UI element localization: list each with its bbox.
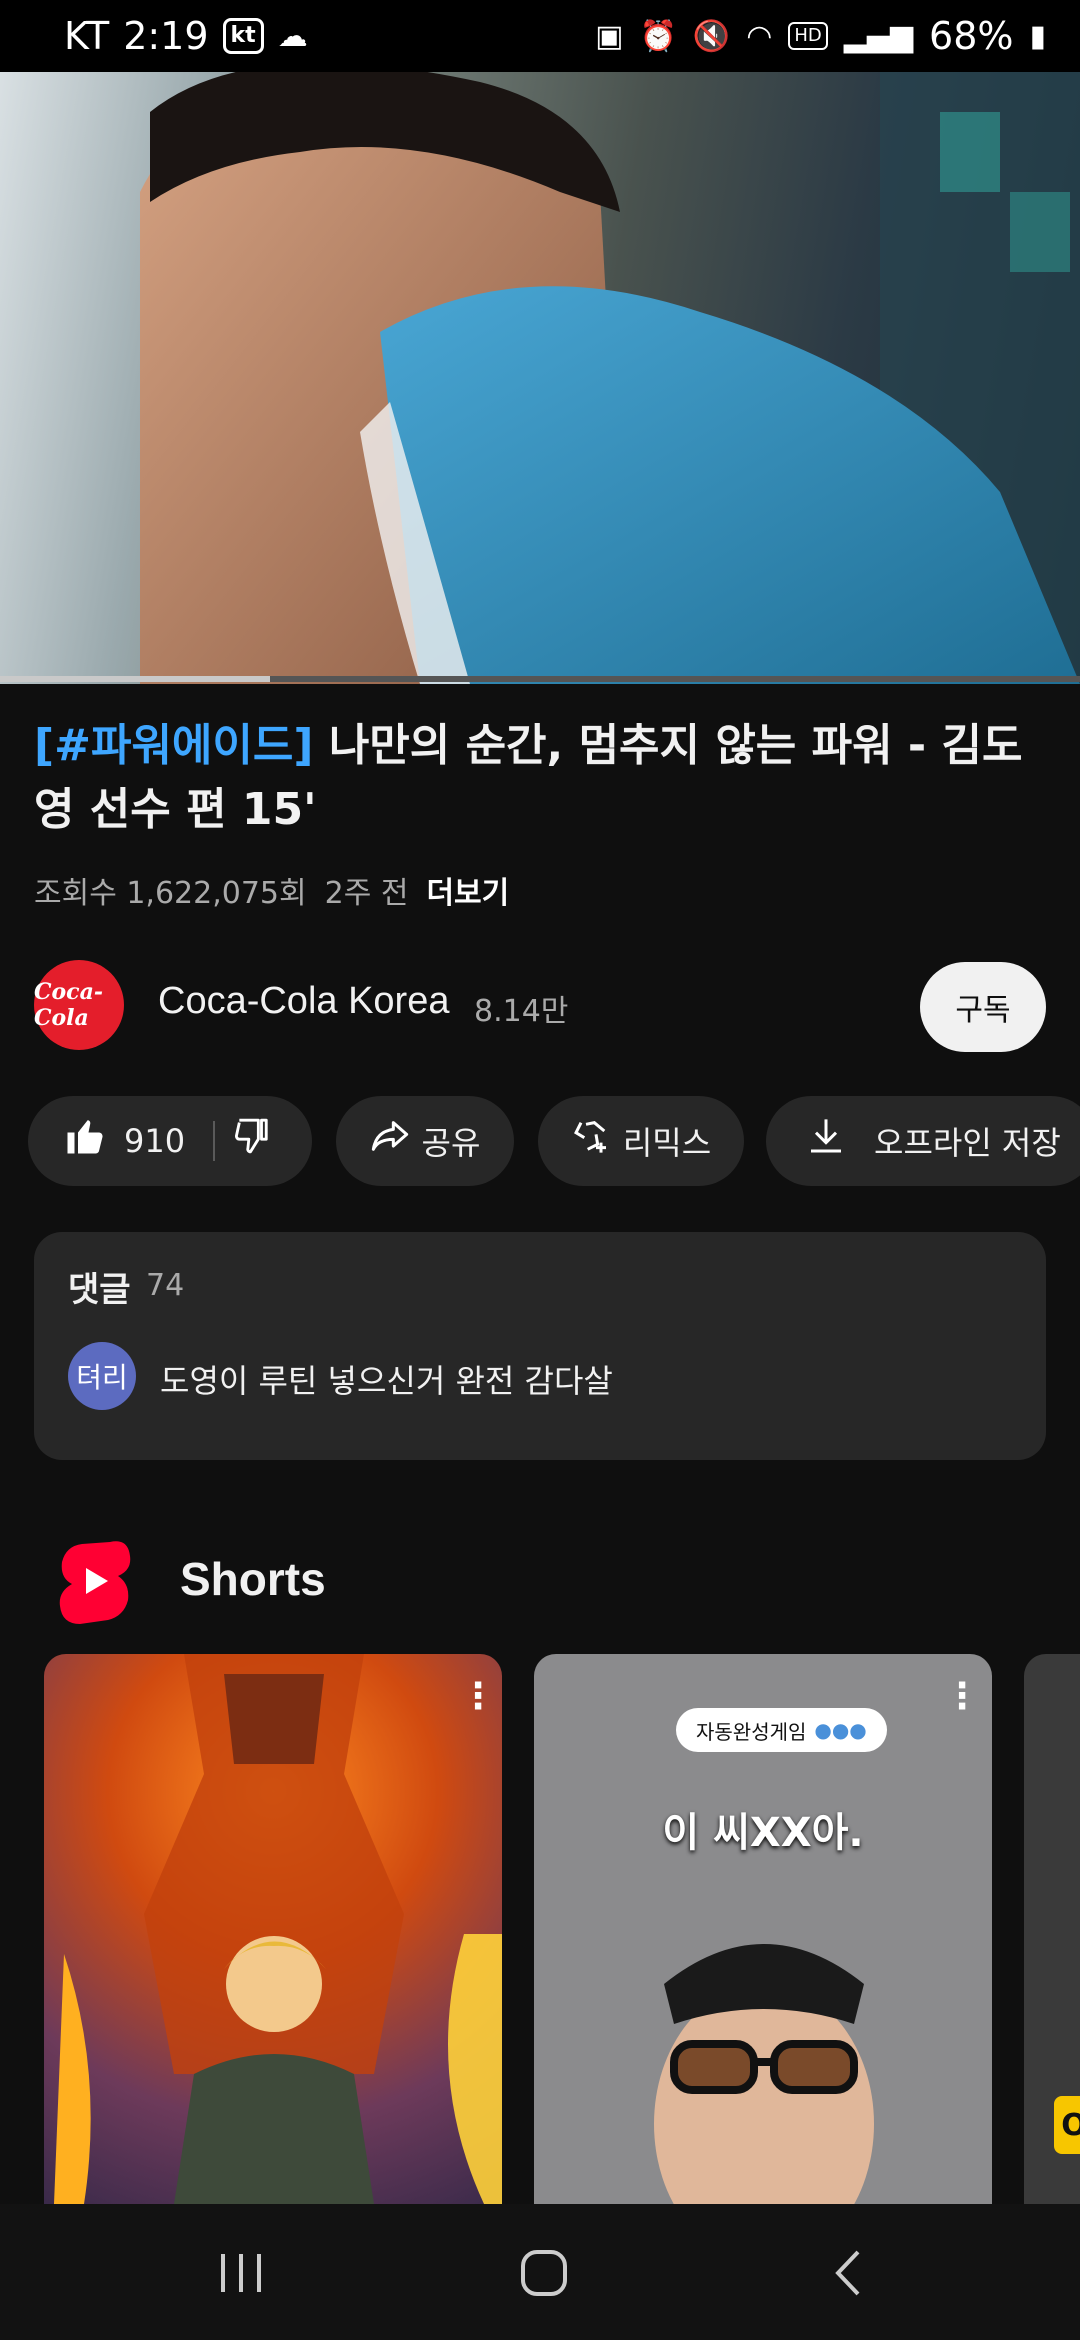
wifi-icon: ◠ [746, 18, 773, 54]
short-2-menu-icon[interactable]: ⋮ [944, 1676, 980, 1717]
like-dislike-pill: 910 [28, 1096, 312, 1186]
hd-voice-icon: HD [788, 22, 828, 50]
video-title[interactable]: [#파워에이드] 나만의 순간, 멈추지 않는 파워 - 김도영 선수 편 15… [34, 714, 1044, 842]
recent-apps-icon [221, 2254, 261, 2292]
back-button[interactable] [788, 2238, 908, 2308]
remix-label: 리믹스 [622, 1124, 712, 1162]
cloud-icon: ☁ [277, 18, 308, 54]
comments-label: 댓글 [68, 1270, 131, 1310]
video-player[interactable] [0, 72, 1080, 684]
download-icon [806, 1116, 846, 1166]
shorts-section-title: Shorts [180, 1553, 326, 1605]
clock: 2:19 [123, 14, 209, 58]
subscriber-count: 8.14만 [474, 994, 569, 1029]
like-divider [213, 1121, 216, 1161]
download-label: 오프라인 저장 [874, 1124, 1061, 1162]
remix-button[interactable]: 리믹스 [538, 1096, 744, 1186]
more-link[interactable]: 더보기 [426, 868, 509, 912]
signal-icon: ▂▄▆ [843, 18, 914, 54]
remix-icon [571, 1116, 611, 1166]
subscribe-button[interactable]: 구독 [920, 962, 1046, 1052]
upload-age: 2주 전 [324, 876, 409, 911]
channel-name[interactable]: Coca-Cola Korea [158, 980, 449, 1023]
comments-count: 74 [146, 1268, 185, 1303]
short-1-menu-icon[interactable]: ⋮ [460, 1676, 496, 1717]
video-frame-illustration [140, 72, 1080, 684]
typing-dots-icon: ●●● [814, 1718, 867, 1742]
view-count: 조회수 1,622,075회 [34, 876, 307, 911]
recent-apps-button[interactable] [182, 2238, 302, 2308]
status-bar: KT 2:19 kt ☁ ▣ ⏰ 🔇 ◠ HD ▂▄▆ 68% ▮ [0, 0, 1080, 72]
mute-icon: 🔇 [692, 18, 731, 54]
share-label: 공유 [421, 1124, 481, 1162]
status-left: KT 2:19 kt ☁ [64, 14, 308, 58]
autocomplete-chip-text: 자동완성게임 [696, 1719, 807, 1744]
battery-icon: ▮ [1029, 18, 1046, 54]
video-progress-fill [0, 676, 270, 682]
battery-saver-icon: ▣ [595, 18, 624, 54]
alarm-icon: ⏰ [639, 18, 677, 54]
battery-level: 68% [929, 14, 1014, 58]
channel-avatar[interactable]: Coca-Cola [34, 960, 124, 1050]
kt-logo-icon: kt [222, 18, 264, 54]
short-card-1[interactable]: ⋮ [44, 1654, 502, 2204]
comments-panel[interactable] [34, 1232, 1046, 1460]
like-count[interactable]: 910 [124, 1122, 185, 1160]
home-icon [521, 2250, 567, 2296]
share-button[interactable]: 공유 [336, 1096, 514, 1186]
share-icon [370, 1116, 410, 1166]
top-comment-text: 도영이 루틴 넣으신거 완전 감다살 [160, 1362, 613, 1400]
thumbs-down-icon[interactable] [233, 1117, 271, 1165]
video-meta[interactable]: 조회수 1,622,075회 2주 전 더보기 [34, 868, 509, 912]
shorts-logo-icon [59, 1541, 131, 1624]
home-button[interactable] [484, 2238, 604, 2308]
status-right: ▣ ⏰ 🔇 ◠ HD ▂▄▆ 68% ▮ [595, 14, 1046, 58]
carrier-label: KT [64, 14, 110, 58]
autocomplete-chip: 자동완성게임 ●●● [676, 1708, 887, 1752]
short-2-caption: 이 씨XX아. [662, 1810, 864, 1856]
title-hashtag-link[interactable]: [#파워에이드] [34, 720, 314, 771]
short-thumbnail-1 [54, 1654, 502, 2204]
thumbs-up-icon[interactable] [64, 1115, 106, 1167]
download-button[interactable]: 오프라인 저장 [766, 1096, 1080, 1186]
commenter-avatar: 텨리 [68, 1342, 136, 1410]
back-icon [835, 2250, 860, 2296]
short-3-badge: O [1054, 2096, 1080, 2154]
